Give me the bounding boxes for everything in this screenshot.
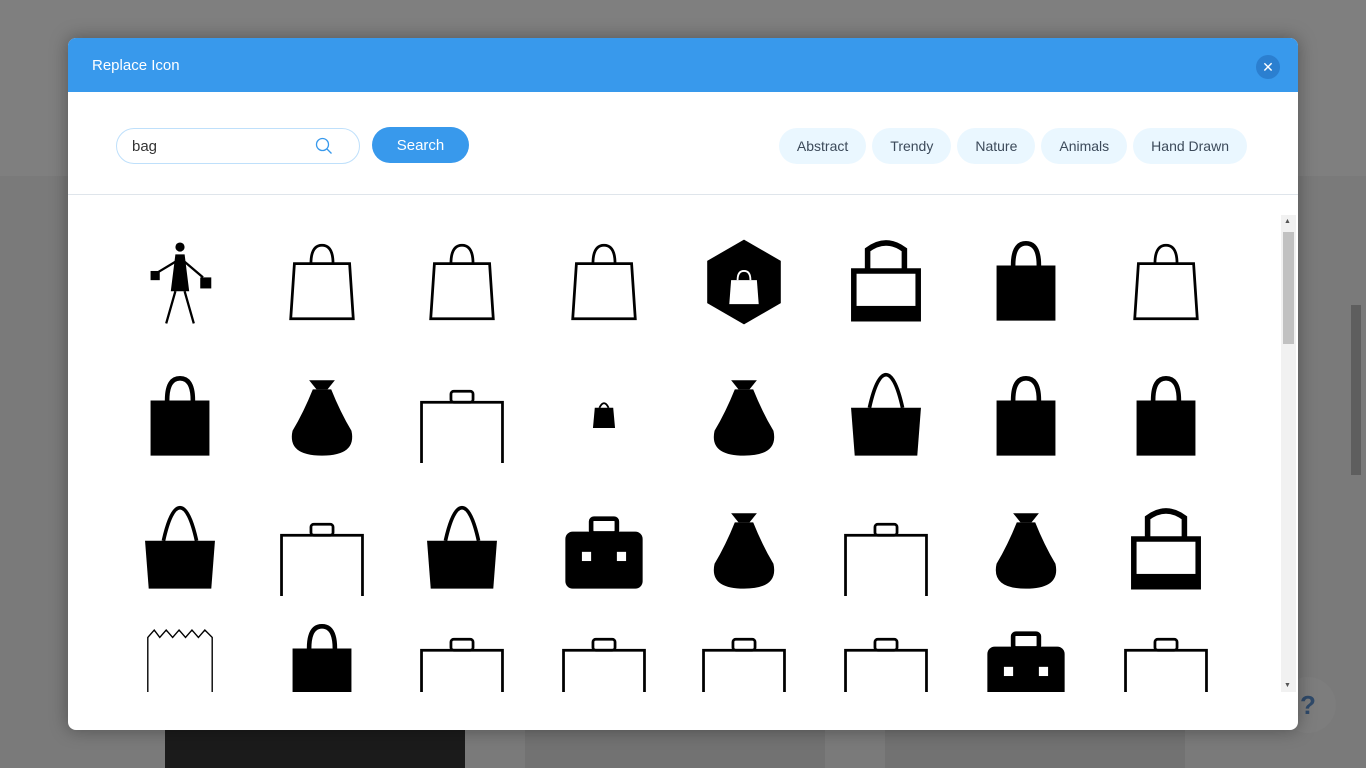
chip-nature[interactable]: Nature bbox=[957, 128, 1036, 164]
purse-icon bbox=[280, 522, 364, 596]
handbag-icon bbox=[145, 505, 215, 589]
icon-tile[interactable] bbox=[412, 500, 512, 600]
icon-tile[interactable] bbox=[272, 232, 372, 332]
paper-bag-outline-icon bbox=[289, 243, 355, 321]
icon-tile[interactable] bbox=[836, 232, 936, 332]
solid-briefcase-icon bbox=[292, 624, 352, 692]
leather-handbag-icon bbox=[427, 505, 497, 589]
tote-bag-outline-icon bbox=[851, 240, 921, 322]
icon-tile[interactable] bbox=[976, 615, 1076, 692]
search-button[interactable]: Search bbox=[372, 127, 469, 163]
icon-tile[interactable] bbox=[412, 367, 512, 467]
search-icon[interactable] bbox=[315, 137, 333, 155]
solid-tote-icon bbox=[996, 241, 1056, 321]
icon-tile[interactable] bbox=[130, 367, 230, 467]
icon-tile[interactable] bbox=[272, 367, 372, 467]
sketch-shopping-bag-icon bbox=[571, 243, 637, 321]
chip-hand-drawn[interactable]: Hand Drawn bbox=[1133, 128, 1247, 164]
replace-icon-dialog: Replace Icon ✕ Search Abstract Trendy Na… bbox=[68, 38, 1298, 730]
icon-tile[interactable] bbox=[554, 500, 654, 600]
icon-tile[interactable] bbox=[836, 500, 936, 600]
briefcase-upload-icon bbox=[702, 637, 786, 692]
icon-tile[interactable] bbox=[130, 615, 230, 692]
chip-animals[interactable]: Animals bbox=[1041, 128, 1128, 164]
coffee-bag-icon bbox=[1133, 243, 1199, 321]
icon-tile[interactable] bbox=[694, 232, 794, 332]
background-scrollbar bbox=[1351, 305, 1361, 475]
briefcase-outline-icon bbox=[844, 637, 928, 692]
briefcase-solid-icon bbox=[987, 631, 1065, 692]
icon-tile[interactable] bbox=[694, 615, 794, 692]
chip-abstract[interactable]: Abstract bbox=[778, 128, 867, 164]
dialog-title: Replace Icon bbox=[92, 56, 180, 74]
woman-shopping-icon bbox=[150, 242, 212, 324]
canvas-bag-icon bbox=[851, 372, 921, 456]
plastic-bag-icon bbox=[995, 513, 1057, 589]
icon-tile[interactable] bbox=[130, 232, 230, 332]
small-sack-icon bbox=[1136, 376, 1196, 456]
close-button[interactable]: ✕ bbox=[1256, 55, 1280, 79]
icon-tile[interactable] bbox=[1116, 367, 1216, 467]
satchel-icon bbox=[844, 522, 928, 596]
icon-tile[interactable] bbox=[836, 615, 936, 692]
paper-bag-zigzag-icon bbox=[147, 628, 213, 692]
icon-tile[interactable] bbox=[694, 367, 794, 467]
dialog-header: Replace Icon ✕ bbox=[68, 38, 1298, 92]
icon-tile[interactable] bbox=[412, 615, 512, 692]
icon-tile[interactable] bbox=[694, 500, 794, 600]
icon-tile[interactable] bbox=[554, 367, 654, 467]
hand-holding-bag-icon bbox=[713, 380, 775, 456]
icon-tile[interactable] bbox=[1116, 500, 1216, 600]
icon-tile[interactable] bbox=[554, 232, 654, 332]
money-sack-icon bbox=[713, 513, 775, 589]
briefcase-delete-icon bbox=[562, 637, 646, 692]
icon-tile[interactable] bbox=[836, 367, 936, 467]
scroll-down-icon[interactable]: ▼ bbox=[1284, 682, 1291, 689]
sack-icon bbox=[291, 380, 353, 456]
search-field[interactable] bbox=[116, 128, 360, 164]
icon-tile[interactable] bbox=[412, 232, 512, 332]
lunch-bag-outline-icon bbox=[420, 389, 504, 463]
toolbox-icon bbox=[565, 516, 643, 589]
search-input[interactable] bbox=[130, 136, 314, 156]
icon-tile[interactable] bbox=[976, 367, 1076, 467]
close-icon: ✕ bbox=[1262, 58, 1274, 75]
icon-tile[interactable] bbox=[272, 500, 372, 600]
scrollbar-thumb[interactable] bbox=[1283, 232, 1294, 344]
solid-tote-tall-icon bbox=[150, 376, 210, 456]
small-handbag-icon bbox=[592, 402, 616, 429]
icon-tile[interactable] bbox=[554, 615, 654, 692]
icon-tile[interactable] bbox=[1116, 615, 1216, 692]
icon-tile[interactable] bbox=[130, 500, 230, 600]
gift-bag-icon bbox=[996, 376, 1056, 456]
hexagon-bag-icon bbox=[707, 239, 781, 325]
briefcase-download-icon bbox=[420, 637, 504, 692]
icon-tile[interactable] bbox=[1116, 232, 1216, 332]
category-chips: Abstract Trendy Nature Animals Hand Draw… bbox=[778, 128, 1247, 164]
icon-tile[interactable] bbox=[976, 232, 1076, 332]
icon-grid bbox=[68, 195, 1280, 692]
tote-frame-icon bbox=[1131, 508, 1201, 590]
scroll-up-icon[interactable]: ▲ bbox=[1284, 218, 1291, 225]
chip-trendy[interactable]: Trendy bbox=[872, 128, 952, 164]
scrollbar[interactable]: ▲ ▼ bbox=[1281, 215, 1296, 692]
icon-tile[interactable] bbox=[976, 500, 1076, 600]
icon-tile[interactable] bbox=[272, 615, 372, 692]
briefcase-heart-icon bbox=[1124, 637, 1208, 692]
sketch-bag-icon bbox=[429, 243, 495, 321]
search-toolbar: Search Abstract Trendy Nature Animals Ha… bbox=[68, 92, 1298, 195]
